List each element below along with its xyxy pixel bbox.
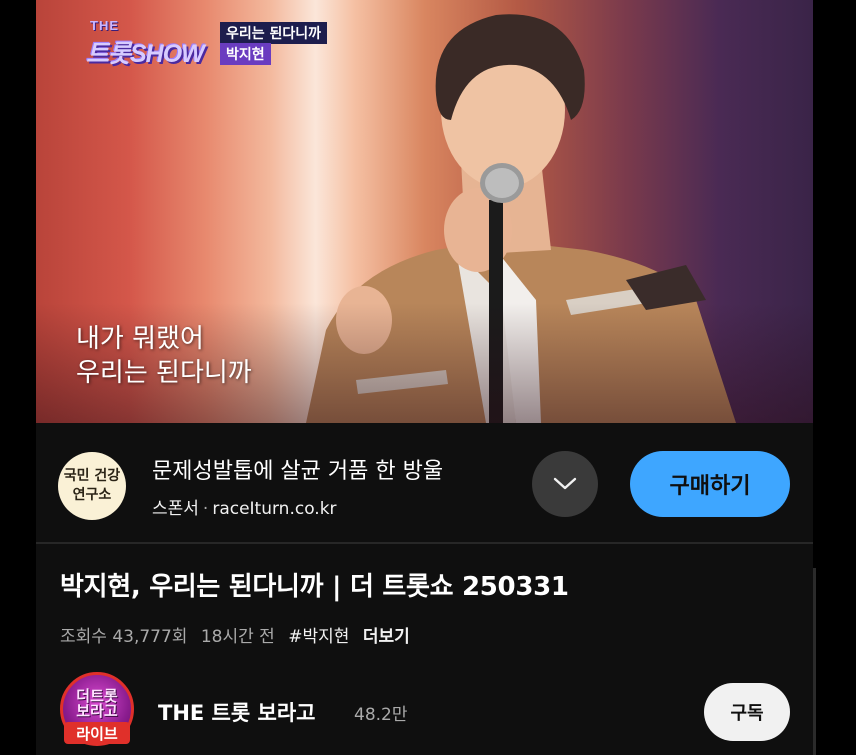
video-player[interactable]: THE 트롯SHOW 우리는 된다니까 박지현 내가 뭐랬어 우리는 된다니까 [36,0,813,423]
hashtag-link[interactable]: #박지현 [288,627,349,647]
subscriber-count: 48.2만 [354,705,408,725]
chevron-down-icon [553,477,577,490]
caption-artist-name: 박지현 [220,43,271,65]
ad-subtitle: 스폰서 · raceIturn.co.kr [152,494,337,519]
show-logo-main: 트롯SHOW [86,40,205,68]
view-count: 조회수 43,777회 [60,627,188,647]
buy-button[interactable]: 구매하기 [630,451,790,517]
more-button[interactable]: 더보기 [363,627,410,647]
ad-expand-button[interactable] [532,451,598,517]
video-title[interactable]: 박지현, 우리는 된다니까 | 더 트롯쇼 250331 [60,566,569,603]
upload-age: 18시간 전 [200,627,275,647]
sponsor-label: 스폰서 [152,499,199,519]
channel-avatar-text: 더트롯 보라고 [63,689,131,719]
lyric-line-1: 내가 뭐랬어 [76,324,204,354]
show-logo-small: THE [90,18,119,33]
subscribe-button[interactable]: 구독 [704,683,790,741]
sponsored-ad[interactable]: 국민 건강 연구소 문제성발톱에 살균 거품 한 방울 스폰서 · raceItur… [36,423,813,541]
right-margin [813,0,856,755]
video-meta[interactable]: 조회수 43,777회 18시간 전 #박지현 더보기 [60,622,418,647]
advertiser-logo[interactable]: 국민 건강 연구소 [58,452,126,520]
ad-title[interactable]: 문제성발톱에 살균 거품 한 방울 [152,453,443,485]
advertiser-logo-line-2: 연구소 [72,487,112,503]
show-logo: THE 트롯SHOW [86,18,216,68]
live-badge[interactable]: 라이브 [64,722,130,744]
separator-dot: · [202,499,209,519]
caption-song-title: 우리는 된다니까 [220,22,328,44]
scroll-edge [813,568,816,755]
channel-avatar-text-2: 보라고 [76,702,118,720]
youtube-watch-page: THE 트롯SHOW 우리는 된다니까 박지현 내가 뭐랬어 우리는 된다니까 … [36,0,813,755]
ad-domain[interactable]: raceIturn.co.kr [212,499,336,519]
lyric-line-2: 우리는 된다니까 [76,358,252,388]
advertiser-logo-line-1: 국민 건강 [63,468,121,484]
channel-name[interactable]: THE 트롯 보라고 [158,697,315,727]
section-divider [36,542,813,544]
